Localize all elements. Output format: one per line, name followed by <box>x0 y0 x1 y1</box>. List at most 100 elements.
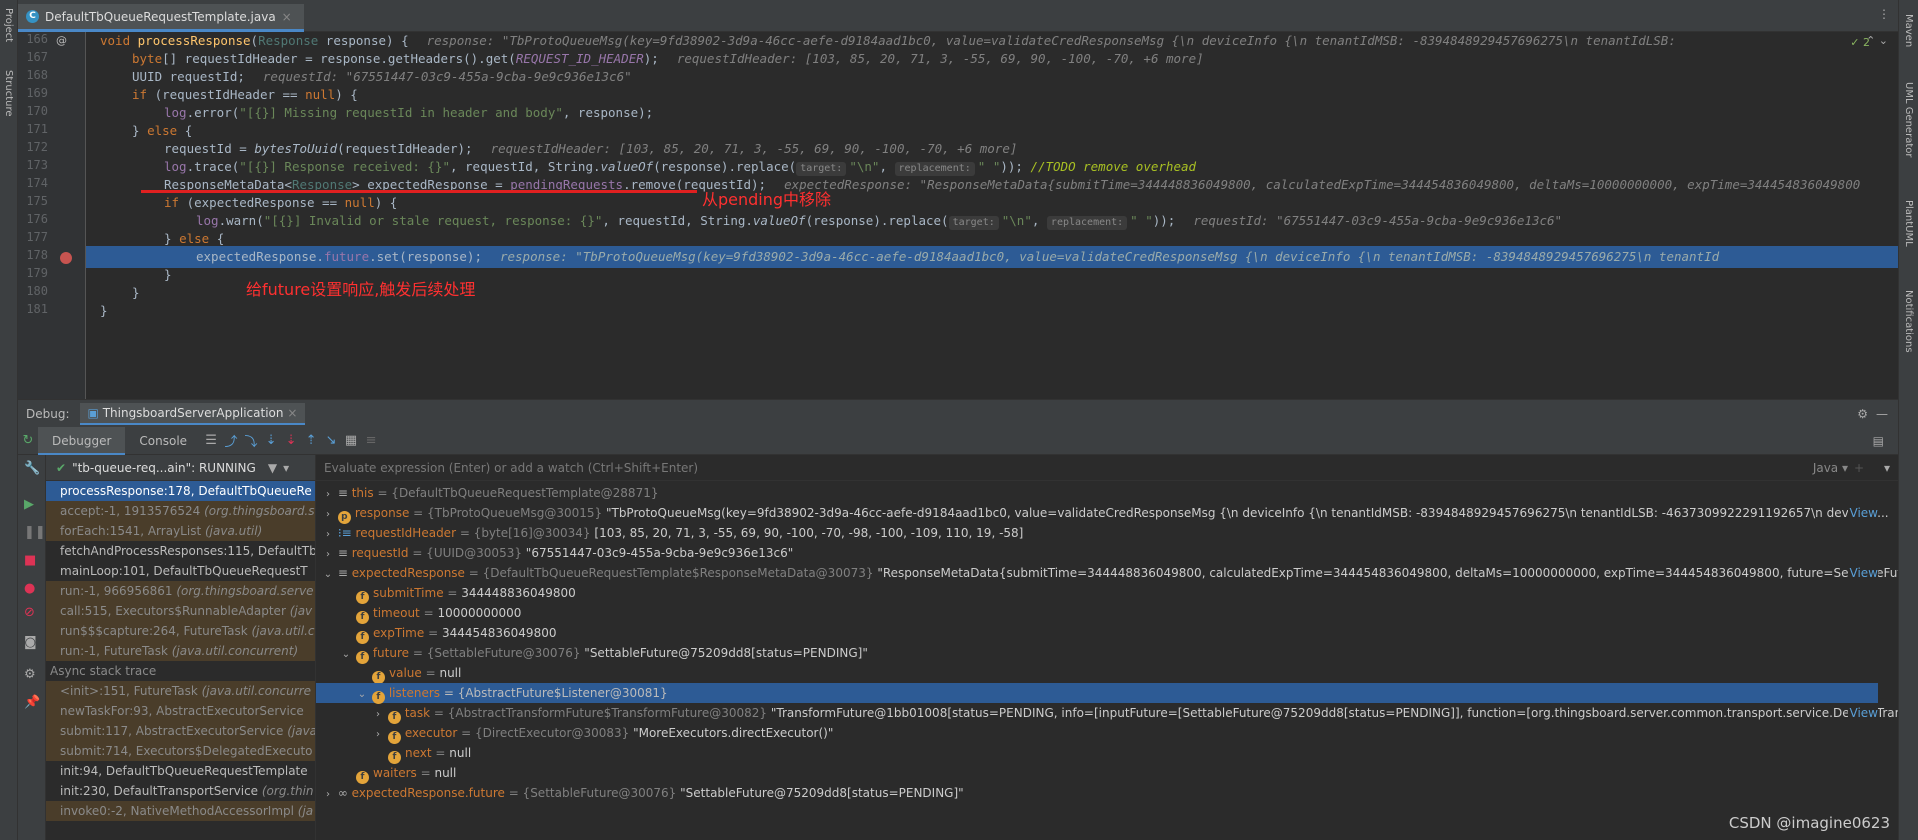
language-selector[interactable]: Java ▾ <box>1813 455 1848 481</box>
settings-gear-icon[interactable]: ⚙ <box>1857 407 1868 421</box>
run-to-cursor-icon[interactable]: ↘ <box>321 433 341 448</box>
evaluate-expression-icon[interactable]: ▦ <box>341 433 361 448</box>
variable-row[interactable]: ⌄ f future = {SettableFuture@30076} "Sett… <box>316 643 1878 665</box>
variable-row[interactable]: › f task = {AbstractTransformFuture$Trans… <box>316 703 1898 725</box>
stack-frame[interactable]: submit:117, AbstractExecutorService (jav… <box>46 721 315 741</box>
resume-icon[interactable]: ▶ <box>24 497 34 512</box>
view-link[interactable]: View <box>1847 503 1878 523</box>
step-into-icon[interactable]: ⇣ <box>261 433 281 448</box>
maven-tool-button[interactable]: Maven <box>1903 14 1914 47</box>
stack-frame[interactable]: init:94, DefaultTbQueueRequestTemplate <box>46 761 315 781</box>
stack-frame[interactable]: accept:-1, 1913576524 (org.thingsboard.s <box>46 501 315 521</box>
tab-menu-icon[interactable]: ⋮ <box>1878 7 1890 21</box>
view-link[interactable]: View <box>1847 563 1878 583</box>
stack-frame[interactable]: fetchAndProcessResponses:115, DefaultTb <box>46 541 315 561</box>
variable-row[interactable]: f submitTime = 344448836049800 <box>316 583 1878 604</box>
stack-frame[interactable]: invoke0:-2, NativeMethodAccessorImpl (ja <box>46 801 315 821</box>
annotation-remove-from-pending: 从pending中移除 <box>702 190 832 209</box>
stack-frame[interactable]: run$$$capture:264, FutureTask (java.util… <box>46 621 315 641</box>
stack-frame[interactable]: call:515, Executors$RunnableAdapter (jav <box>46 601 315 621</box>
stack-frame[interactable]: mainLoop:101, DefaultTbQueueRequestT <box>46 561 315 581</box>
expand-arrow-icon[interactable]: › <box>372 705 384 725</box>
variable-row[interactable]: › p response = {TbProtoQueueMsg@30015} "T… <box>316 503 1889 525</box>
step-out-icon[interactable]: ⇡ <box>301 433 321 448</box>
line-number: 176 <box>26 212 48 226</box>
collapse-arrow-icon[interactable]: ⌄ <box>340 645 352 665</box>
breakpoint-icon[interactable] <box>60 252 72 264</box>
mute-breakpoints-icon[interactable]: ⊘ <box>24 605 35 620</box>
expand-arrow-icon[interactable]: › <box>322 485 334 505</box>
layout-icon[interactable]: ▤ <box>1873 434 1884 448</box>
code-line-181[interactable]: } <box>86 300 1898 322</box>
close-session-icon[interactable]: × <box>287 406 297 420</box>
close-tab-icon[interactable]: × <box>282 10 292 24</box>
stack-frame[interactable]: submit:714, Executors$DelegatedExecuto <box>46 741 315 761</box>
minimize-icon[interactable]: — <box>1876 407 1888 421</box>
debug-toolbar: ↻ Debugger Console ☰ ⤴ ⤵ ⇣ ⇣ ⇡ ↘ ▦ ≡ ▤ <box>18 426 1898 455</box>
stack-frame[interactable]: newTaskFor:93, AbstractExecutorService <box>46 701 315 721</box>
stack-frame[interactable]: processResponse:178, DefaultTbQueueRe <box>46 481 315 501</box>
uml-generator-tool-button[interactable]: UML Generator <box>1903 82 1914 157</box>
thread-selector[interactable]: ✔ "tb-queue-req...ain": RUNNING ▼ ▾ <box>46 455 315 481</box>
chevron-down-icon[interactable]: ▾ <box>1884 455 1890 481</box>
pause-icon[interactable]: ❚❚ <box>24 525 46 540</box>
code-editor[interactable]: ✓ 2 ⌃ ⌄ 166 167 168 169 170 171 172 173 … <box>18 32 1898 399</box>
variable-row[interactable]: f timeout = 10000000000 <box>316 603 1878 624</box>
debug-session-tab[interactable]: ▣ ThingsboardServerApplication × <box>79 402 306 425</box>
view-breakpoints-icon[interactable]: ● <box>24 581 35 596</box>
add-watch-icon[interactable]: + <box>1854 455 1864 481</box>
stop-icon[interactable]: ■ <box>24 553 36 568</box>
variable-row[interactable]: f waiters = null <box>316 763 1878 784</box>
java-class-icon: C <box>26 10 39 23</box>
rerun-icon[interactable]: ↻ <box>18 433 38 448</box>
line-number: 167 <box>26 50 48 64</box>
stack-frame[interactable]: run:-1, FutureTask (java.util.concurrent… <box>46 641 315 661</box>
line-number: 180 <box>26 284 48 298</box>
variable-row[interactable]: › f executor = {DirectExecutor@30083} "Mo… <box>316 723 1878 745</box>
expand-arrow-icon[interactable]: › <box>322 525 334 545</box>
menu-icon[interactable]: ☰ <box>201 433 221 448</box>
variable-row[interactable]: › ∞ expectedResponse.future = {SettableF… <box>316 783 1878 803</box>
variable-row[interactable]: › ⁝≡ requestIdHeader = {byte[16]@30034} … <box>316 523 1878 543</box>
variable-row[interactable]: ⌄ ≡ expectedResponse = {DefaultTbQueueRe… <box>316 563 1898 585</box>
stack-frame[interactable]: forEach:1541, ArrayList (java.util) <box>46 521 315 541</box>
stack-frame[interactable]: init:230, DefaultTransportService (org.t… <box>46 781 315 801</box>
show-execution-point-icon[interactable]: ⤴ <box>221 431 241 450</box>
step-over-icon[interactable]: ⤵ <box>241 431 261 450</box>
field-list-icon: ≡ <box>337 566 348 580</box>
camera-icon[interactable]: ◙ <box>24 635 37 650</box>
expand-arrow-icon[interactable]: › <box>322 785 334 805</box>
variable-row[interactable]: › ≡ requestId = {UUID@30053} "67551447-0… <box>316 543 1878 563</box>
expand-arrow-icon[interactable]: › <box>372 725 384 745</box>
async-stack-trace-label: Async stack trace <box>50 664 157 678</box>
variable-row[interactable]: f expTime = 344454836049800 <box>316 623 1878 644</box>
force-step-into-icon[interactable]: ⇣ <box>281 433 301 448</box>
variable-row-selected[interactable]: ⌄ f listeners = {AbstractFuture$Listener@… <box>316 683 1878 705</box>
editor-tab[interactable]: C DefaultTbQueueRequestTemplate.java × <box>18 4 304 32</box>
expand-arrow-icon[interactable]: › <box>322 505 334 525</box>
pin-icon[interactable]: 📌 <box>24 695 40 710</box>
settings-icon[interactable]: ⚙ <box>24 667 36 682</box>
wrench-icon[interactable]: 🔧 <box>24 461 40 476</box>
filter-icon[interactable]: ▼ <box>268 455 277 481</box>
stack-frame[interactable]: <init>:151, FutureTask (java.util.concur… <box>46 681 315 701</box>
evaluate-expression-input[interactable]: Evaluate expression (Enter) or add a wat… <box>316 455 1898 481</box>
expand-arrow-icon[interactable]: › <box>322 545 334 565</box>
collapse-arrow-icon[interactable]: ⌄ <box>322 565 334 585</box>
tab-console[interactable]: Console <box>125 427 201 455</box>
tab-debugger[interactable]: Debugger <box>38 426 126 455</box>
array-icon: ⁝≡ <box>337 526 352 540</box>
trace-icon[interactable]: ≡ <box>361 433 381 448</box>
stack-frame[interactable]: run:-1, 966956861 (org.thingsboard.serve <box>46 581 315 601</box>
collapse-arrow-icon[interactable]: ⌄ <box>356 685 368 705</box>
view-link[interactable]: View <box>1847 703 1878 723</box>
notifications-tool-button[interactable]: Notifications <box>1903 290 1914 353</box>
variable-row[interactable]: › ≡ this = {DefaultTbQueueRequestTemplat… <box>316 483 1878 503</box>
variable-row[interactable]: f next = null <box>316 743 1878 764</box>
structure-tool-button[interactable]: Structure <box>3 70 14 117</box>
plantuml-tool-button[interactable]: PlantUML <box>1903 200 1914 247</box>
override-marker-icon[interactable]: @ <box>56 34 67 47</box>
project-tool-button[interactable]: Project <box>3 8 14 42</box>
chevron-down-icon[interactable]: ▾ <box>283 455 289 481</box>
variable-row[interactable]: f value = null <box>316 663 1878 684</box>
